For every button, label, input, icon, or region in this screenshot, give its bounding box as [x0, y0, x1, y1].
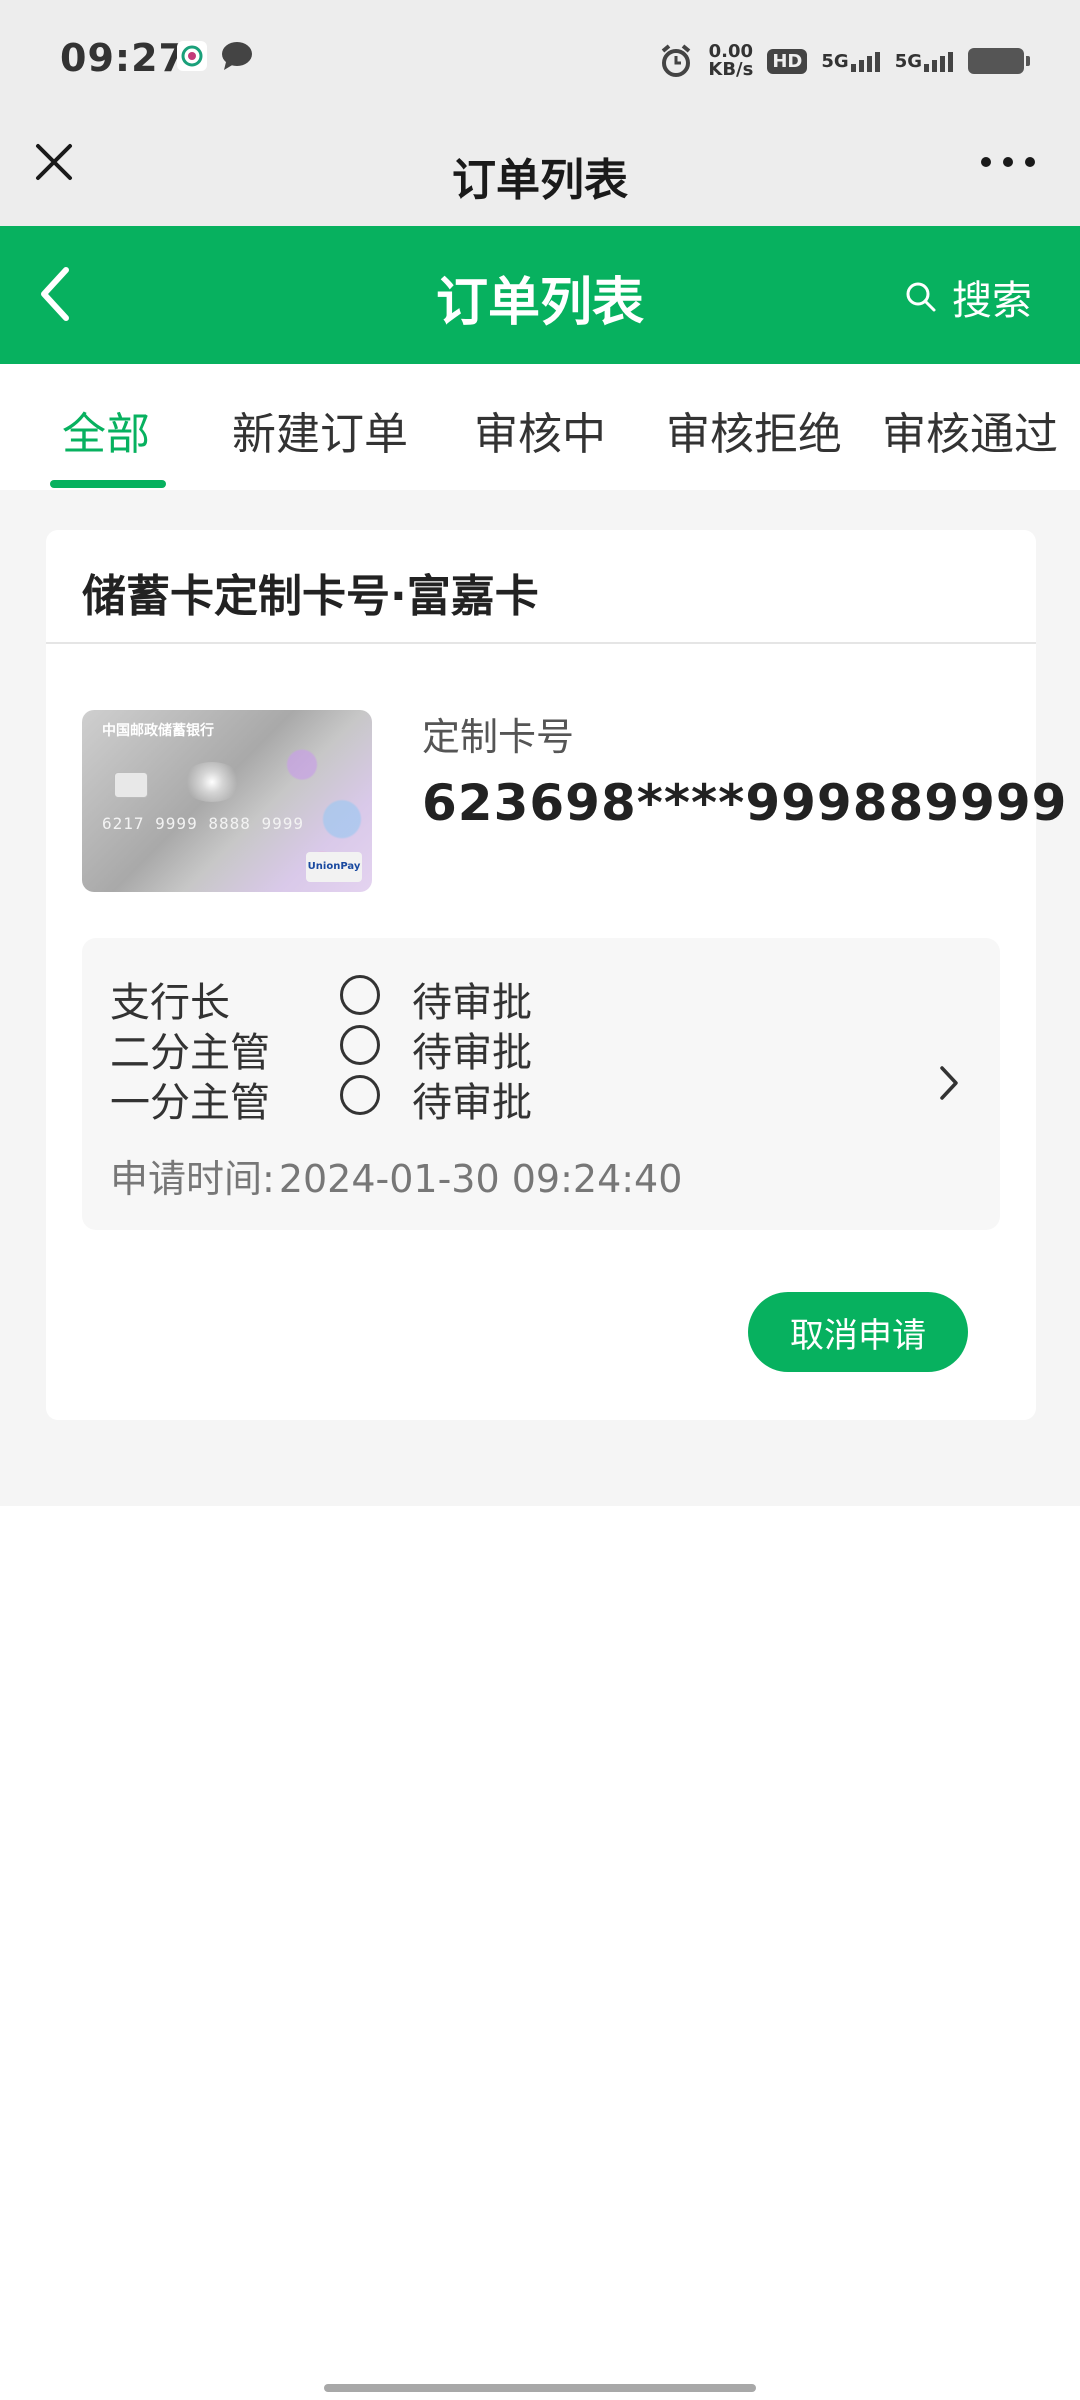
webview-title: 订单列表	[452, 155, 628, 206]
search-icon	[906, 282, 936, 312]
card-number-preview: 6217 9999 8888 9999	[102, 814, 305, 833]
tab-new-orders[interactable]: 新建订单	[232, 398, 408, 462]
approver-role: 一分主管	[110, 1080, 270, 1126]
card-divider	[46, 642, 1036, 644]
approval-status: 待审批	[412, 1080, 532, 1126]
status-time: 09:27	[60, 36, 186, 80]
apply-time: 申请时间: 2024-01-30 09:24:40	[110, 1148, 682, 1203]
pending-circle-icon	[340, 975, 380, 1015]
apply-time-label: 申请时间:	[110, 1157, 275, 1201]
custom-number-value: 623698****999889999	[422, 774, 1068, 832]
status-bar: 09:27 0.00 KB/s HD 5G 5G	[0, 0, 1080, 120]
order-list: 储蓄卡定制卡号·富嘉卡 中国邮政储蓄银行 6217 9999 8888 9999…	[0, 490, 1080, 1506]
message-icon	[222, 42, 252, 70]
order-title: 储蓄卡定制卡号·富嘉卡	[82, 571, 539, 622]
tab-all[interactable]: 全部	[62, 398, 150, 462]
pending-circle-icon	[340, 1075, 380, 1115]
sim1-label: 5G	[821, 51, 849, 72]
signal-sim2: 5G	[895, 50, 954, 72]
approval-status-box[interactable]: 支行长 待审批 二分主管 待审批 一分主管 待审批 申请时间: 2024-01-3…	[82, 938, 1000, 1230]
status-icons: 0.00 KB/s HD 5G 5G	[658, 38, 1030, 84]
order-card[interactable]: 储蓄卡定制卡号·富嘉卡 中国邮政储蓄银行 6217 9999 8888 9999…	[46, 530, 1066, 1420]
chevron-right-icon[interactable]	[934, 1058, 964, 1108]
apply-time-value: 2024-01-30 09:24:40	[278, 1157, 683, 1201]
carrier-icon	[177, 41, 207, 71]
chip-icon	[114, 772, 148, 798]
sim2-label: 5G	[894, 51, 922, 72]
custom-number-label: 定制卡号	[422, 715, 575, 759]
more-options-icon[interactable]	[976, 142, 1040, 182]
tab-approved[interactable]: 审核通过	[882, 398, 1058, 462]
card-flare	[182, 762, 242, 802]
alarm-icon	[662, 44, 691, 77]
card-bank-name: 中国邮政储蓄银行	[102, 723, 214, 739]
status-tabs: 全部 新建订单 审核中 审核拒绝 审核通过	[0, 364, 1080, 490]
app-header: 订单列表 搜索	[0, 226, 1080, 364]
tab-in-review[interactable]: 审核中	[474, 398, 606, 462]
signal-bars-icon	[850, 52, 880, 72]
signal-bars-icon	[924, 52, 953, 72]
home-indicator[interactable]	[324, 2384, 756, 2392]
active-tab-indicator	[50, 480, 166, 488]
bank-card-image: 中国邮政储蓄银行 6217 9999 8888 9999 UnionPay	[82, 710, 372, 892]
net-speed-unit: KB/s	[708, 59, 754, 80]
hd-badge: HD	[767, 48, 808, 74]
unionpay-logo: UnionPay	[306, 852, 362, 882]
tab-rejected[interactable]: 审核拒绝	[666, 398, 842, 462]
battery-icon	[968, 48, 1030, 74]
search-label: 搜索	[952, 278, 1032, 324]
cancel-application-button[interactable]: 取消申请	[748, 1292, 968, 1372]
signal-sim1: 5G	[821, 50, 880, 72]
webview-title-bar: 订单列表	[0, 120, 1080, 226]
net-speed: 0.00 KB/s	[708, 43, 753, 79]
search-button[interactable]: 搜索	[904, 268, 1032, 326]
pending-circle-icon	[340, 1025, 380, 1065]
